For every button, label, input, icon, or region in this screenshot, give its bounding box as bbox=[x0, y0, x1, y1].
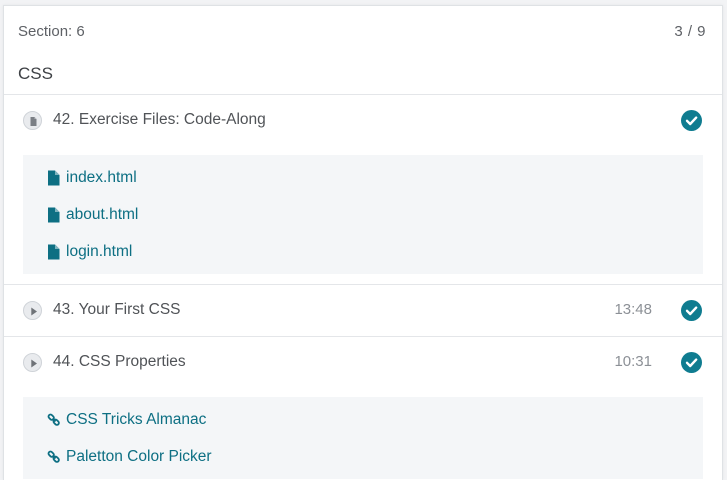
resource-link[interactable]: login.html bbox=[23, 233, 703, 270]
resource-list: CSS Tricks Almanac Paletton Color Picker bbox=[23, 397, 703, 479]
resource-link[interactable]: CSS Tricks Almanac bbox=[23, 401, 703, 438]
lecture-item: 43. Your First CSS 13:48 bbox=[4, 285, 722, 337]
lecture-title: 43. Your First CSS bbox=[53, 301, 181, 318]
resource-link[interactable]: about.html bbox=[23, 196, 703, 233]
lecture-title: 42. Exercise Files: Code-Along bbox=[53, 111, 266, 128]
lecture-title: 44. CSS Properties bbox=[53, 353, 186, 370]
lecture-row[interactable]: 42. Exercise Files: Code-Along bbox=[4, 95, 722, 146]
link-icon bbox=[47, 412, 61, 428]
section-label: Section: 6 bbox=[18, 23, 85, 40]
resource-label: login.html bbox=[66, 242, 133, 260]
course-section-panel: Section: 6 3 / 9 CSS 42. Exercise Files:… bbox=[3, 5, 723, 480]
resource-label: index.html bbox=[66, 168, 137, 186]
lecture-item: 42. Exercise Files: Code-Along index.htm… bbox=[4, 95, 722, 285]
lecture-row[interactable]: 44. CSS Properties 10:31 bbox=[4, 337, 722, 388]
completed-check-icon[interactable] bbox=[681, 300, 702, 321]
file-icon bbox=[47, 244, 61, 260]
resource-label: about.html bbox=[66, 205, 139, 223]
file-icon bbox=[23, 111, 42, 130]
section-title: CSS bbox=[18, 64, 53, 83]
file-icon bbox=[47, 170, 61, 186]
lecture-duration: 10:31 bbox=[614, 353, 652, 370]
lecture-item: 44. CSS Properties 10:31 CSS Tricks Alma… bbox=[4, 337, 722, 479]
resource-link[interactable]: index.html bbox=[23, 159, 703, 196]
link-icon bbox=[47, 449, 61, 465]
completed-check-icon[interactable] bbox=[681, 110, 702, 131]
section-progress: 3 / 9 bbox=[674, 23, 706, 40]
resource-link[interactable]: Paletton Color Picker bbox=[23, 438, 703, 475]
resource-label: Paletton Color Picker bbox=[66, 447, 212, 465]
play-icon[interactable] bbox=[23, 353, 42, 372]
section-header[interactable]: Section: 6 3 / 9 CSS bbox=[4, 6, 722, 95]
file-icon bbox=[47, 207, 61, 223]
resource-label: CSS Tricks Almanac bbox=[66, 410, 207, 428]
play-icon[interactable] bbox=[23, 301, 42, 320]
resource-list: index.html about.html login.html bbox=[23, 155, 703, 274]
lecture-duration: 13:48 bbox=[614, 301, 652, 318]
completed-check-icon[interactable] bbox=[681, 352, 702, 373]
lecture-row[interactable]: 43. Your First CSS 13:48 bbox=[4, 285, 722, 336]
